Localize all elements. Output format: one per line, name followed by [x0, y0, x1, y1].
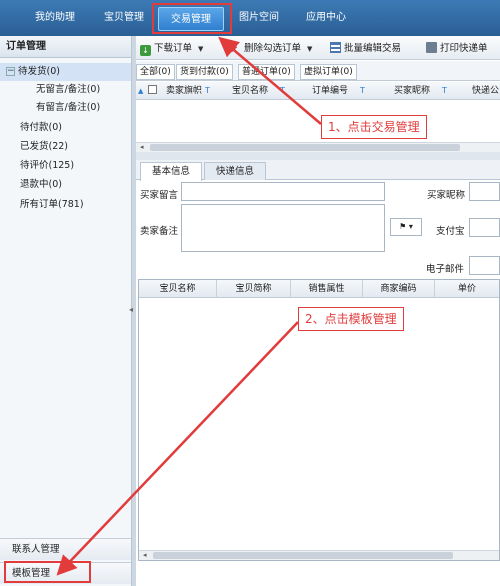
- tree-item-label: 待发货(0): [18, 66, 60, 77]
- col-item-name[interactable]: 宝贝名称 T: [232, 82, 285, 100]
- download-orders-button[interactable]: ↓ 下载订单 ▼: [140, 41, 203, 56]
- tab-basic-info[interactable]: 基本信息: [140, 162, 202, 181]
- col-seller-flag[interactable]: 卖家旗帜 T: [166, 82, 210, 100]
- tree-item-label: 无留言/备注(0): [36, 84, 101, 95]
- chevron-down-icon[interactable]: ▼: [198, 45, 203, 53]
- download-icon: ↓: [140, 45, 151, 56]
- filter-icon[interactable]: T: [205, 86, 210, 95]
- scrollbar-thumb[interactable]: [153, 552, 453, 559]
- tree-item-all-orders[interactable]: 所有订单(781): [0, 196, 131, 214]
- tree-item-pending-payment[interactable]: 待付款(0): [0, 119, 131, 137]
- tree-item-pending-review[interactable]: 待评价(125): [0, 157, 131, 175]
- filter-icon[interactable]: T: [360, 86, 365, 95]
- tree-item-label: 有留言/备注(0): [36, 102, 101, 113]
- collapse-icon[interactable]: −: [6, 67, 15, 76]
- tree-item-refunding[interactable]: 退款中(0): [0, 176, 131, 194]
- email-field[interactable]: [469, 256, 500, 275]
- top-nav: 我的助理 宝贝管理 交易管理 图片空间 应用中心: [0, 0, 500, 36]
- order-grid-header: ▲ 卖家旗帜 T 宝贝名称 T 订单编号 T 买家昵称 T 快递公: [136, 82, 500, 100]
- detail-tabs: 基本信息 快递信息: [136, 160, 500, 181]
- step1-callout: 1、点击交易管理: [321, 115, 427, 139]
- trade-management-highlight: [152, 3, 232, 34]
- filter-icon[interactable]: T: [280, 86, 285, 95]
- nav-image-space[interactable]: 图片空间: [226, 0, 292, 36]
- scroll-left-icon[interactable]: ◂: [143, 551, 147, 559]
- sort-icon[interactable]: ▲: [138, 82, 143, 100]
- col-order-number[interactable]: 订单编号 T: [312, 82, 365, 100]
- grid-edit-icon: [330, 42, 341, 53]
- nav-my-assistant[interactable]: 我的助理: [22, 0, 88, 36]
- tree-item-pending-shipment[interactable]: − 待发货(0): [0, 63, 131, 81]
- email-label: 电子邮件: [426, 264, 465, 275]
- tab-virtual[interactable]: 虚拟订单(0): [300, 64, 357, 80]
- scroll-left-icon[interactable]: ◂: [140, 143, 144, 151]
- tree-item-has-message[interactable]: 有留言/备注(0): [0, 99, 131, 117]
- filter-icon[interactable]: T: [442, 86, 447, 95]
- printer-icon: [426, 42, 437, 53]
- tab-normal[interactable]: 普通订单(0): [238, 64, 295, 80]
- batch-edit-button[interactable]: 批量编辑交易: [330, 41, 401, 56]
- col-item-short-name[interactable]: 宝贝简称: [217, 280, 291, 298]
- seller-note-field[interactable]: [181, 204, 385, 252]
- col-express[interactable]: 快递公: [472, 82, 499, 100]
- nav-item-management[interactable]: 宝贝管理: [91, 0, 157, 36]
- item-table-header: 宝贝名称 宝贝简称 销售属性 商家编码 单价: [139, 280, 499, 298]
- sidebar-title: 订单管理: [0, 36, 131, 58]
- select-all-checkbox[interactable]: [148, 82, 157, 100]
- tab-express-info[interactable]: 快递信息: [204, 162, 266, 180]
- col-item-name[interactable]: 宝贝名称: [139, 280, 217, 298]
- contacts-management[interactable]: 联系人管理: [0, 538, 131, 560]
- col-merchant-code[interactable]: 商家编码: [363, 280, 435, 298]
- flag-select[interactable]: ⚑ ▾: [390, 218, 422, 236]
- tab-cod[interactable]: 货到付款(0): [176, 64, 233, 80]
- sidebar: 订单管理 − 待发货(0) 无留言/备注(0) 有留言/备注(0) 待付款(0) …: [0, 36, 132, 586]
- col-buyer-nick[interactable]: 买家昵称 T: [394, 82, 447, 100]
- tree-item-label: 所有订单(781): [20, 199, 84, 210]
- tree-item-label: 已发货(22): [20, 141, 69, 152]
- scrollbar-thumb[interactable]: [150, 144, 460, 151]
- step2-callout: 2、点击模板管理: [298, 307, 404, 331]
- splitter-grip-icon[interactable]: ◂: [129, 305, 133, 314]
- template-management-highlight: [4, 561, 91, 583]
- nav-app-center[interactable]: 应用中心: [293, 0, 359, 36]
- toolbar: ↓ 下载订单 ▼ ✕ 删除勾选订单 ▼ 批量编辑交易 打印快递单: [136, 36, 500, 60]
- buyer-nick-label: 买家昵称: [427, 190, 466, 201]
- col-unit-price[interactable]: 单价: [435, 280, 499, 298]
- tab-all[interactable]: 全部(0): [136, 64, 175, 80]
- order-grid-body[interactable]: [136, 100, 500, 142]
- tree-item-label: 待付款(0): [20, 122, 62, 133]
- delete-icon: ✕: [230, 45, 239, 56]
- tree-item-label: 待评价(125): [20, 160, 75, 171]
- item-table-scrollbar[interactable]: ◂: [139, 550, 499, 560]
- buyer-nick-field[interactable]: [469, 182, 500, 201]
- print-express-button[interactable]: 打印快递单: [426, 41, 488, 56]
- col-sale-attributes[interactable]: 销售属性: [291, 280, 363, 298]
- tree-item-no-message[interactable]: 无留言/备注(0): [0, 81, 131, 99]
- buyer-message-label: 买家留言: [140, 190, 179, 201]
- buyer-message-field[interactable]: [181, 182, 385, 201]
- seller-note-label: 卖家备注: [140, 226, 179, 237]
- order-type-tabs: 全部(0) 货到付款(0) 普通订单(0) 虚拟订单(0): [136, 61, 500, 81]
- chevron-down-icon[interactable]: ▼: [307, 45, 312, 53]
- order-grid-scrollbar[interactable]: ◂: [136, 142, 500, 152]
- tree-item-shipped[interactable]: 已发货(22): [0, 138, 131, 156]
- tree-item-label: 退款中(0): [20, 179, 62, 190]
- delete-checked-button[interactable]: ✕ 删除勾选订单 ▼: [230, 41, 312, 56]
- alipay-label: 支付宝: [436, 226, 465, 237]
- pane-divider[interactable]: [136, 152, 500, 160]
- alipay-field[interactable]: [469, 218, 500, 237]
